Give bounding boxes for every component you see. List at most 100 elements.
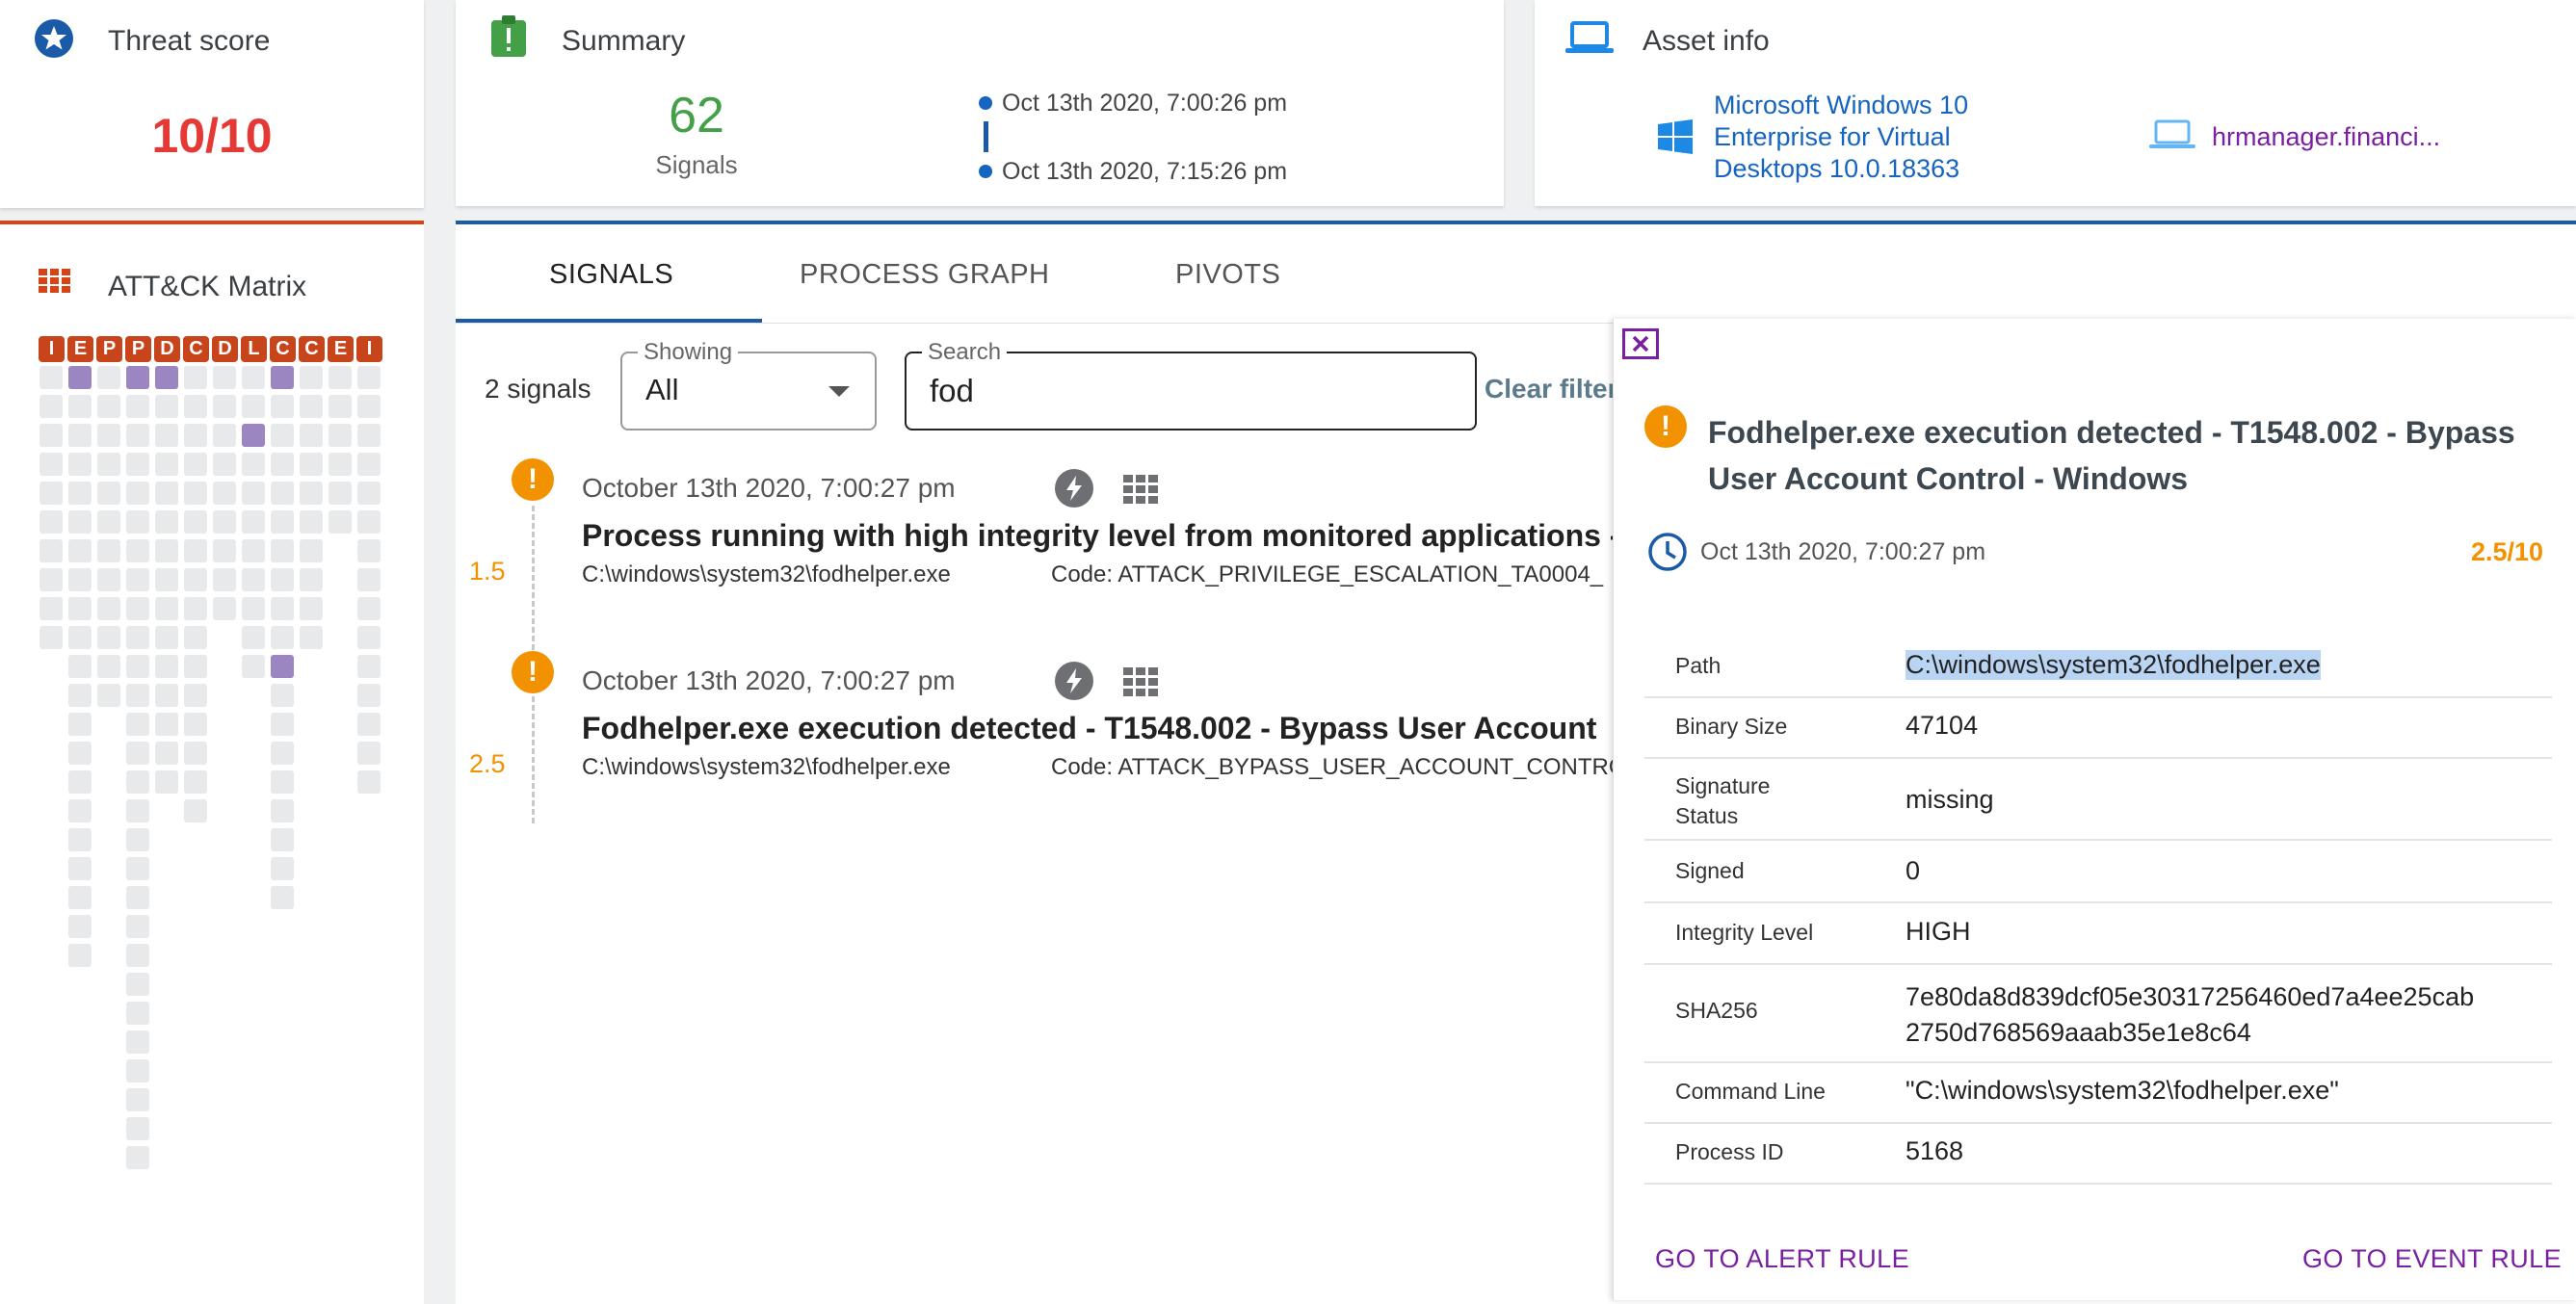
tactic-header[interactable]: P (125, 336, 151, 362)
technique-cell[interactable] (184, 539, 207, 562)
technique-cell[interactable] (126, 1030, 149, 1054)
technique-cell[interactable] (68, 482, 92, 505)
technique-cell[interactable] (126, 424, 149, 447)
technique-cell[interactable] (357, 568, 381, 591)
technique-cell[interactable] (126, 742, 149, 765)
technique-cell[interactable] (155, 684, 178, 707)
technique-cell[interactable] (357, 395, 381, 418)
technique-cell[interactable] (126, 1117, 149, 1140)
technique-cell[interactable] (357, 539, 381, 562)
technique-cell[interactable] (39, 568, 63, 591)
close-icon[interactable] (1622, 328, 1659, 359)
technique-cell[interactable] (68, 713, 92, 736)
technique-cell[interactable] (97, 510, 120, 534)
technique-cell[interactable] (329, 482, 352, 505)
technique-cell[interactable] (68, 395, 92, 418)
technique-cell[interactable] (155, 539, 178, 562)
technique-cell[interactable] (242, 510, 265, 534)
technique-cell[interactable] (329, 510, 352, 534)
technique-cell[interactable] (68, 539, 92, 562)
technique-cell[interactable] (39, 366, 63, 389)
technique-cell[interactable] (68, 510, 92, 534)
technique-cell[interactable] (68, 886, 92, 909)
technique-cell[interactable] (300, 568, 323, 591)
technique-cell[interactable] (68, 857, 92, 880)
technique-cell[interactable] (184, 424, 207, 447)
technique-cell[interactable] (155, 510, 178, 534)
tactic-header[interactable]: I (356, 336, 382, 362)
technique-cell[interactable] (271, 799, 294, 822)
technique-cell[interactable] (271, 366, 294, 389)
showing-select[interactable]: Showing All (620, 339, 877, 430)
technique-cell[interactable] (271, 770, 294, 794)
technique-cell[interactable] (300, 366, 323, 389)
technique-cell[interactable] (300, 626, 323, 649)
tactic-header[interactable]: I (39, 336, 65, 362)
technique-cell[interactable] (126, 713, 149, 736)
matrix-grid-icon[interactable] (1123, 667, 1158, 696)
technique-cell[interactable] (39, 597, 63, 620)
go-to-event-rule-link[interactable]: GO TO EVENT RULE (2302, 1244, 2562, 1274)
matrix-grid-icon[interactable] (1123, 475, 1158, 504)
tab-pivots[interactable]: PIVOTS (1175, 259, 1280, 291)
technique-cell[interactable] (126, 770, 149, 794)
technique-cell[interactable] (126, 1146, 149, 1169)
technique-cell[interactable] (300, 482, 323, 505)
technique-cell[interactable] (184, 742, 207, 765)
technique-cell[interactable] (271, 510, 294, 534)
tactic-header[interactable]: E (67, 336, 93, 362)
technique-cell[interactable] (184, 395, 207, 418)
technique-cell[interactable] (68, 568, 92, 591)
technique-cell[interactable] (357, 482, 381, 505)
technique-cell[interactable] (39, 510, 63, 534)
tactic-header[interactable]: D (212, 336, 238, 362)
technique-cell[interactable] (39, 395, 63, 418)
technique-cell[interactable] (126, 1059, 149, 1082)
technique-cell[interactable] (300, 539, 323, 562)
technique-cell[interactable] (329, 453, 352, 476)
technique-cell[interactable] (97, 626, 120, 649)
technique-cell[interactable] (155, 770, 178, 794)
technique-cell[interactable] (68, 424, 92, 447)
technique-cell[interactable] (271, 626, 294, 649)
technique-cell[interactable] (357, 626, 381, 649)
technique-cell[interactable] (357, 597, 381, 620)
technique-cell[interactable] (271, 684, 294, 707)
technique-cell[interactable] (357, 453, 381, 476)
technique-cell[interactable] (213, 568, 236, 591)
technique-cell[interactable] (242, 655, 265, 678)
technique-cell[interactable] (155, 453, 178, 476)
technique-cell[interactable] (97, 482, 120, 505)
tactic-header[interactable]: L (241, 336, 267, 362)
technique-cell[interactable] (357, 742, 381, 765)
lightning-icon[interactable] (1055, 469, 1093, 508)
technique-cell[interactable] (39, 539, 63, 562)
technique-cell[interactable] (242, 424, 265, 447)
technique-cell[interactable] (271, 482, 294, 505)
technique-cell[interactable] (242, 626, 265, 649)
technique-cell[interactable] (242, 597, 265, 620)
go-to-alert-rule-link[interactable]: GO TO ALERT RULE (1655, 1244, 1909, 1274)
tactic-header[interactable]: E (328, 336, 354, 362)
technique-cell[interactable] (155, 424, 178, 447)
technique-cell[interactable] (126, 799, 149, 822)
technique-cell[interactable] (155, 366, 178, 389)
technique-cell[interactable] (126, 886, 149, 909)
technique-cell[interactable] (126, 655, 149, 678)
technique-cell[interactable] (329, 424, 352, 447)
lightning-icon[interactable] (1055, 662, 1093, 700)
technique-cell[interactable] (271, 453, 294, 476)
clear-filter-button[interactable]: Clear filter (1485, 374, 1618, 404)
technique-cell[interactable] (213, 482, 236, 505)
technique-cell[interactable] (242, 482, 265, 505)
technique-cell[interactable] (300, 510, 323, 534)
tactic-header[interactable]: C (270, 336, 296, 362)
technique-cell[interactable] (184, 366, 207, 389)
tactic-header[interactable]: P (96, 336, 122, 362)
technique-cell[interactable] (184, 713, 207, 736)
technique-cell[interactable] (68, 799, 92, 822)
technique-cell[interactable] (126, 684, 149, 707)
technique-cell[interactable] (184, 770, 207, 794)
technique-cell[interactable] (126, 510, 149, 534)
technique-cell[interactable] (126, 366, 149, 389)
